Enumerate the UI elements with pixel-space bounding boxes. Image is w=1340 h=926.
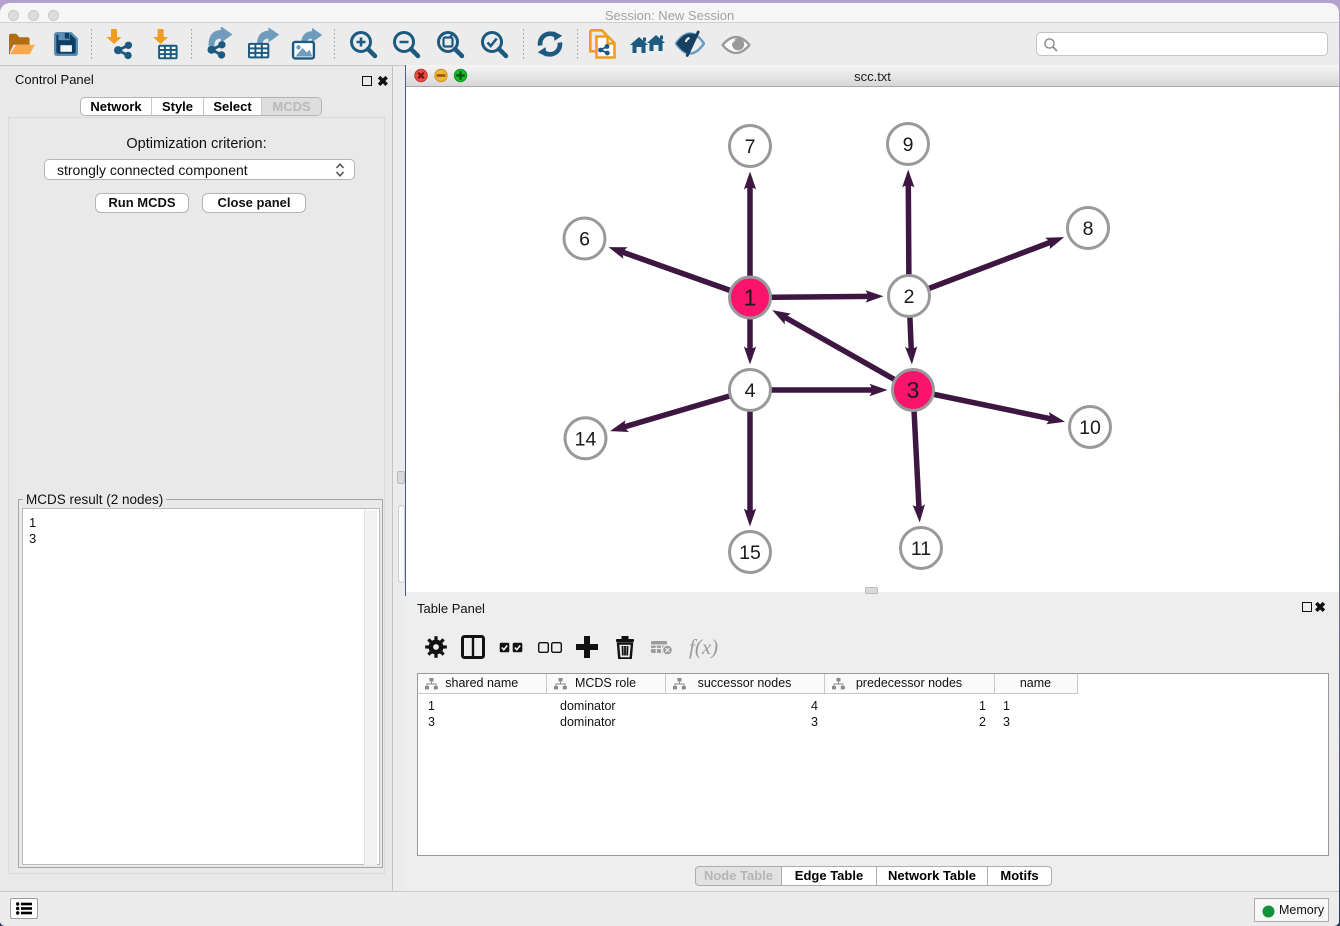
svg-text:1: 1 xyxy=(744,285,757,311)
svg-text:14: 14 xyxy=(575,428,597,450)
svg-text:2: 2 xyxy=(904,286,915,308)
svg-text:8: 8 xyxy=(1083,218,1094,240)
svg-text:15: 15 xyxy=(739,542,761,564)
svg-text:11: 11 xyxy=(911,538,931,560)
svg-text:6: 6 xyxy=(579,229,590,251)
svg-text:4: 4 xyxy=(745,380,756,402)
svg-text:3: 3 xyxy=(907,377,920,403)
svg-text:7: 7 xyxy=(745,136,756,158)
svg-text:10: 10 xyxy=(1079,417,1101,439)
svg-text:9: 9 xyxy=(903,134,914,156)
